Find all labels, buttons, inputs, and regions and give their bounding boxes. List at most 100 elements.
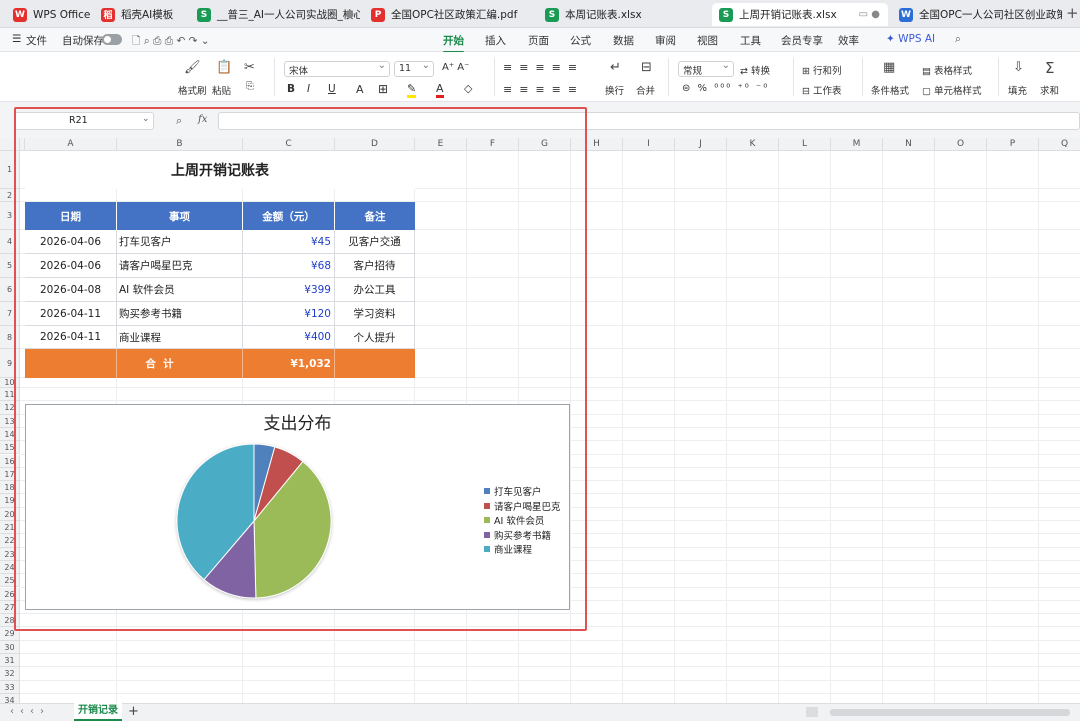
close-icon[interactable]: ● <box>345 9 354 20</box>
new-tab-icon[interactable]: + <box>1066 4 1079 22</box>
tab-efficiency[interactable]: 效率 <box>838 33 859 48</box>
italic-button[interactable]: I <box>307 83 310 95</box>
menu-icon[interactable]: ☰ <box>12 33 21 45</box>
column-header-C[interactable]: C <box>243 138 335 151</box>
column-header-M[interactable]: M <box>831 138 883 151</box>
tab-tools[interactable]: 工具 <box>740 33 761 48</box>
cell-note[interactable]: 个人提升 <box>335 326 415 349</box>
total-blank[interactable] <box>25 349 117 378</box>
search-icon[interactable]: ⌕ <box>955 33 961 46</box>
total-note[interactable] <box>335 349 415 378</box>
tab-insert[interactable]: 插入 <box>485 33 506 48</box>
worksheet-button[interactable]: ⊟ 工作表 <box>802 83 842 97</box>
cell-note[interactable]: 见客户交通 <box>335 230 415 254</box>
font-size-select[interactable]: 11 <box>394 60 434 77</box>
tab-view[interactable]: 视图 <box>697 33 718 48</box>
cell-date[interactable]: 2026-04-11 <box>25 302 117 326</box>
row-header-28[interactable]: 28 <box>0 614 20 628</box>
number-format-select[interactable]: 常规 <box>678 60 734 77</box>
column-header-E[interactable]: E <box>415 138 467 151</box>
sheet-nav-arrows-icon[interactable]: ‹‹‹› <box>10 706 50 717</box>
row-header-12[interactable]: 12 <box>0 401 20 415</box>
name-box[interactable]: R21 <box>14 112 154 130</box>
row-header-24[interactable]: 24 <box>0 560 20 575</box>
number-format-icons[interactable]: ⊜ % ⁰⁰⁰ ⁺⁰ ⁻⁰ <box>682 83 769 94</box>
column-header-D[interactable]: D <box>335 138 415 151</box>
tab-daoke-ai[interactable]: 稻稻壳AI模板 <box>94 3 186 26</box>
row-header-19[interactable]: 19 <box>0 494 20 508</box>
tab-data[interactable]: 数据 <box>613 33 634 48</box>
wrap-text-button[interactable]: 换行 <box>605 83 624 97</box>
conditional-format-button[interactable]: 条件格式 <box>871 83 909 97</box>
cell-amount[interactable]: ¥120 <box>243 302 335 326</box>
format-painter-button[interactable]: 格式刷 <box>178 83 207 97</box>
border-icon[interactable]: ⊞ <box>378 82 388 96</box>
row-header-25[interactable]: 25 <box>0 574 20 588</box>
column-header-L[interactable]: L <box>779 138 831 151</box>
tab-formula[interactable]: 公式 <box>570 33 591 48</box>
row-header-10[interactable]: 10 <box>0 378 20 388</box>
cell-amount[interactable]: ¥399 <box>243 278 335 302</box>
add-sheet-icon[interactable]: + <box>128 704 139 719</box>
copy-icon[interactable]: ⎘ <box>246 81 254 92</box>
column-header-O[interactable]: O <box>935 138 987 151</box>
tab-pdf[interactable]: P 全国OPC社区政策汇编.pdf <box>364 3 534 26</box>
wrap-icon[interactable]: ↵ <box>610 60 621 75</box>
bold-button[interactable]: B <box>287 83 295 95</box>
row-header-11[interactable]: 11 <box>0 388 20 402</box>
row-header-32[interactable]: 32 <box>0 667 20 681</box>
column-header-H[interactable]: H <box>571 138 623 151</box>
column-header-A[interactable]: A <box>25 138 117 151</box>
row-header-27[interactable]: 27 <box>0 600 20 615</box>
fill-color-icon[interactable]: ✎ <box>407 82 417 98</box>
spreadsheet-grid[interactable]: ABCDEFGHIJKLMNOPQ 1 2 3 4 5 6 7 8 9 10 11 12 13 14 15 1… <box>0 138 1080 708</box>
row-header-3[interactable]: 3 <box>0 202 20 230</box>
align-top-icons[interactable]: ≡≡≡≡≡ <box>503 61 584 74</box>
cell-note[interactable]: 客户招待 <box>335 254 415 278</box>
row-header-29[interactable]: 29 <box>0 627 20 641</box>
column-header-N[interactable]: N <box>883 138 935 151</box>
row-header-16[interactable]: 16 <box>0 454 20 468</box>
zoom-icon[interactable]: ⌕ <box>176 114 182 128</box>
total-label[interactable]: 合 计 <box>117 349 243 378</box>
align-horizontal-icons[interactable]: ≡≡≡≡≡ <box>503 83 584 96</box>
row-col-button[interactable]: ⊞ 行和列 <box>802 63 842 77</box>
tab-sheet-1[interactable]: S __普三_AI一人公司实战圈_核心成 ● <box>190 3 360 26</box>
table-style-button[interactable]: ▤ 表格样式 <box>922 63 972 77</box>
column-header-P[interactable]: P <box>987 138 1039 151</box>
sum-button[interactable]: 求和 <box>1040 83 1059 97</box>
row-header-13[interactable]: 13 <box>0 414 20 428</box>
convert-button[interactable]: ⇄ 转换 <box>740 63 770 77</box>
font-name-select[interactable]: 宋体 <box>284 60 390 77</box>
tab-this-week[interactable]: S 本周记账表.xlsx <box>538 3 708 26</box>
chevron-down-icon[interactable]: ⌄ <box>142 114 150 124</box>
row-header-33[interactable]: 33 <box>0 680 20 694</box>
paste-icon[interactable]: 📋 <box>216 60 232 75</box>
cell-item[interactable]: AI 软件会员 <box>117 278 243 302</box>
column-header-F[interactable]: F <box>467 138 519 151</box>
column-header-G[interactable]: G <box>519 138 571 151</box>
underline-button[interactable]: U <box>328 83 336 95</box>
conditional-format-icon[interactable]: ▦ <box>883 60 895 75</box>
tab-word-doc[interactable]: W 全国OPC一人公司社区创业政策指南 <box>892 3 1062 26</box>
format-painter-icon[interactable]: 🖌 <box>184 60 201 75</box>
row-header-22[interactable]: 22 <box>0 534 20 548</box>
autosave-toggle[interactable] <box>102 34 122 45</box>
quick-access-icons[interactable]: 🗋 ⌕ ⎙ ⎙ ↶ ↷ ⌄ <box>132 33 210 51</box>
column-header-Q[interactable]: Q <box>1039 138 1080 151</box>
row-header-6[interactable]: 6 <box>0 278 20 302</box>
formula-input[interactable] <box>218 112 1080 130</box>
row-header-15[interactable]: 15 <box>0 441 20 455</box>
column-header-I[interactable]: I <box>623 138 675 151</box>
row-header-5[interactable]: 5 <box>0 254 20 278</box>
fill-button[interactable]: 填充 <box>1008 83 1027 97</box>
tab-wps-office[interactable]: W WPS Office <box>6 3 90 26</box>
merge-cells-button[interactable]: 合并 <box>636 83 655 97</box>
clear-format-icon[interactable]: ◇ <box>464 82 472 95</box>
paste-button[interactable]: 粘贴 <box>212 83 231 97</box>
cell-item[interactable]: 购买参考书籍 <box>117 302 243 326</box>
close-icon[interactable]: ▭ ● <box>859 9 880 20</box>
file-menu[interactable]: 文件 <box>26 33 47 48</box>
row-header-2[interactable]: 2 <box>0 189 20 202</box>
font-grow-icon[interactable]: A⁺ A⁻ <box>442 62 469 73</box>
